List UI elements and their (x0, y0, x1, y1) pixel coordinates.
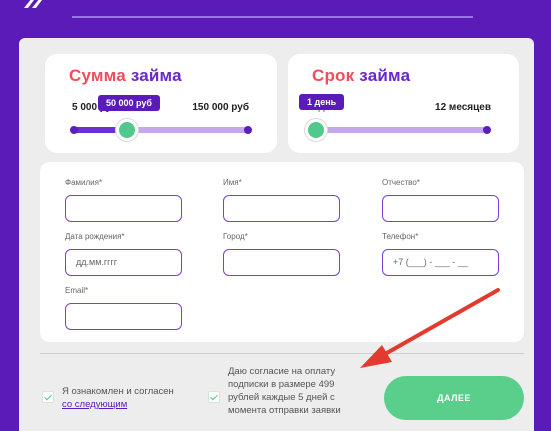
email-input[interactable] (65, 303, 182, 330)
loan-amount-card: Сумма займа 5 000 руб 150 000 руб 50 000… (45, 54, 277, 153)
amount-slider-end-dot (244, 126, 252, 134)
phone-input[interactable]: +7 (___) - ___ - __ (382, 249, 499, 276)
amount-max-label: 150 000 руб (192, 102, 249, 113)
birthdate-label: Дата рождения* (65, 232, 125, 241)
lastname-input[interactable] (65, 195, 182, 222)
middlename-input[interactable] (382, 195, 499, 222)
email-label: Email* (65, 286, 89, 295)
amount-slider[interactable] (70, 119, 252, 141)
form-divider (40, 353, 524, 354)
terms-link[interactable]: со следующим (62, 399, 127, 410)
loan-term-title: Срок займа (312, 66, 411, 85)
subscription-checkbox[interactable] (208, 391, 220, 403)
firstname-label: Имя* (223, 178, 242, 187)
next-button[interactable]: ДАЛЕЕ (384, 376, 524, 420)
header-underline (72, 16, 473, 18)
term-max-label: 12 месяцев (435, 102, 491, 113)
term-slider[interactable] (305, 119, 491, 141)
city-input[interactable] (223, 249, 340, 276)
logo-icon (24, 0, 42, 8)
term-slider-handle[interactable] (305, 119, 327, 141)
middlename-label: Отчество* (382, 178, 420, 187)
subscription-consent-text: Даю согласие на оплату подписки в размер… (228, 366, 341, 416)
terms-checkbox[interactable] (42, 391, 54, 403)
personal-data-form: Фамилия* Имя* Отчество* Дата рождения* д… (40, 162, 524, 342)
loan-amount-title: Сумма займа (69, 66, 182, 85)
amount-slider-handle[interactable] (116, 119, 138, 141)
firstname-input[interactable] (223, 195, 340, 222)
loan-term-card: Срок займа 1 день 12 месяцев 1 день (288, 54, 519, 153)
term-value-tooltip: 1 день (299, 94, 345, 110)
lastname-label: Фамилия* (65, 178, 103, 187)
term-slider-end-dot (483, 126, 491, 134)
city-label: Город* (223, 232, 248, 241)
birthdate-input[interactable]: дд.мм.гггг (65, 249, 182, 276)
phone-label: Телефон* (382, 232, 419, 241)
terms-consent-text: Я ознакомлен и согласен со следующим (62, 386, 174, 410)
amount-slider-start-dot (70, 126, 78, 134)
amount-value-tooltip: 50 000 руб (98, 95, 160, 111)
